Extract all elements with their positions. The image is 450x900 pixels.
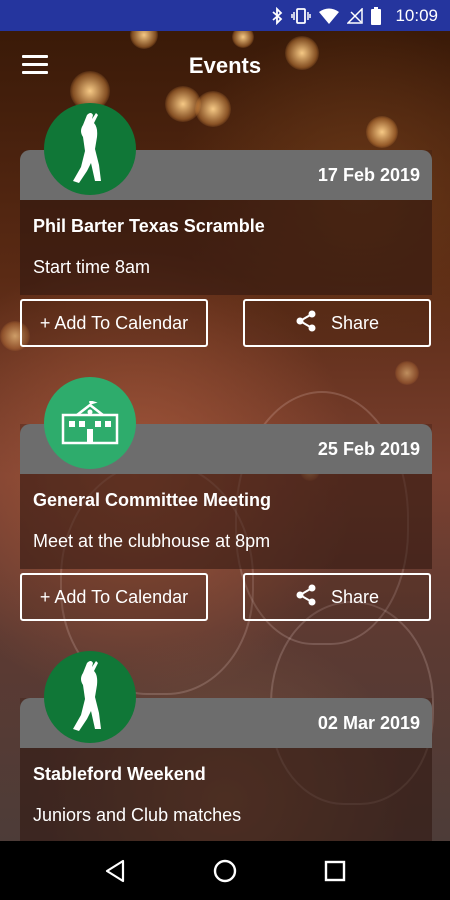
golfer-icon xyxy=(44,103,136,195)
event-date: 02 Mar 2019 xyxy=(317,713,420,733)
event-description: Juniors and Club matches xyxy=(33,805,242,825)
navigation-bar xyxy=(0,841,450,900)
event-card-body: Stableford Weekend Juniors and Club matc… xyxy=(20,748,432,841)
vibrate-icon xyxy=(291,7,312,25)
status-bar: 10:09 xyxy=(0,0,450,31)
back-icon[interactable] xyxy=(95,851,135,891)
share-icon xyxy=(295,310,317,337)
app-bar: Events xyxy=(0,31,450,103)
share-icon xyxy=(295,584,317,611)
share-label: Share xyxy=(330,586,380,607)
recents-icon[interactable] xyxy=(315,851,355,891)
page-title: Events xyxy=(188,53,262,78)
share-label: Share xyxy=(330,312,380,333)
bluetooth-icon xyxy=(271,6,283,25)
event-description: Meet at the clubhouse at 8pm xyxy=(33,531,271,551)
event-card-body: General Committee Meeting Meet at the cl… xyxy=(20,474,432,569)
event-date: 17 Feb 2019 xyxy=(317,165,420,185)
event-card-body: Phil Barter Texas Scramble Start time 8a… xyxy=(20,200,432,295)
event-title: General Committee Meeting xyxy=(33,490,272,510)
golfer-icon xyxy=(44,651,136,743)
home-icon[interactable] xyxy=(205,851,245,891)
event-date: 25 Feb 2019 xyxy=(317,439,420,459)
event-title: Stableford Weekend xyxy=(33,764,206,784)
battery-icon xyxy=(371,6,382,25)
share-button[interactable]: Share xyxy=(243,573,431,621)
wifi-icon xyxy=(319,8,340,24)
clubhouse-icon xyxy=(44,377,136,469)
add-to-calendar-button[interactable]: + Add To Calendar xyxy=(20,299,208,347)
event-title: Phil Barter Texas Scramble xyxy=(33,216,265,236)
status-time: 10:09 xyxy=(395,5,438,25)
event-description: Start time 8am xyxy=(33,257,151,277)
no-signal-icon xyxy=(347,7,364,24)
share-button[interactable]: Share xyxy=(243,299,431,347)
add-to-calendar-button[interactable]: + Add To Calendar xyxy=(20,573,208,621)
